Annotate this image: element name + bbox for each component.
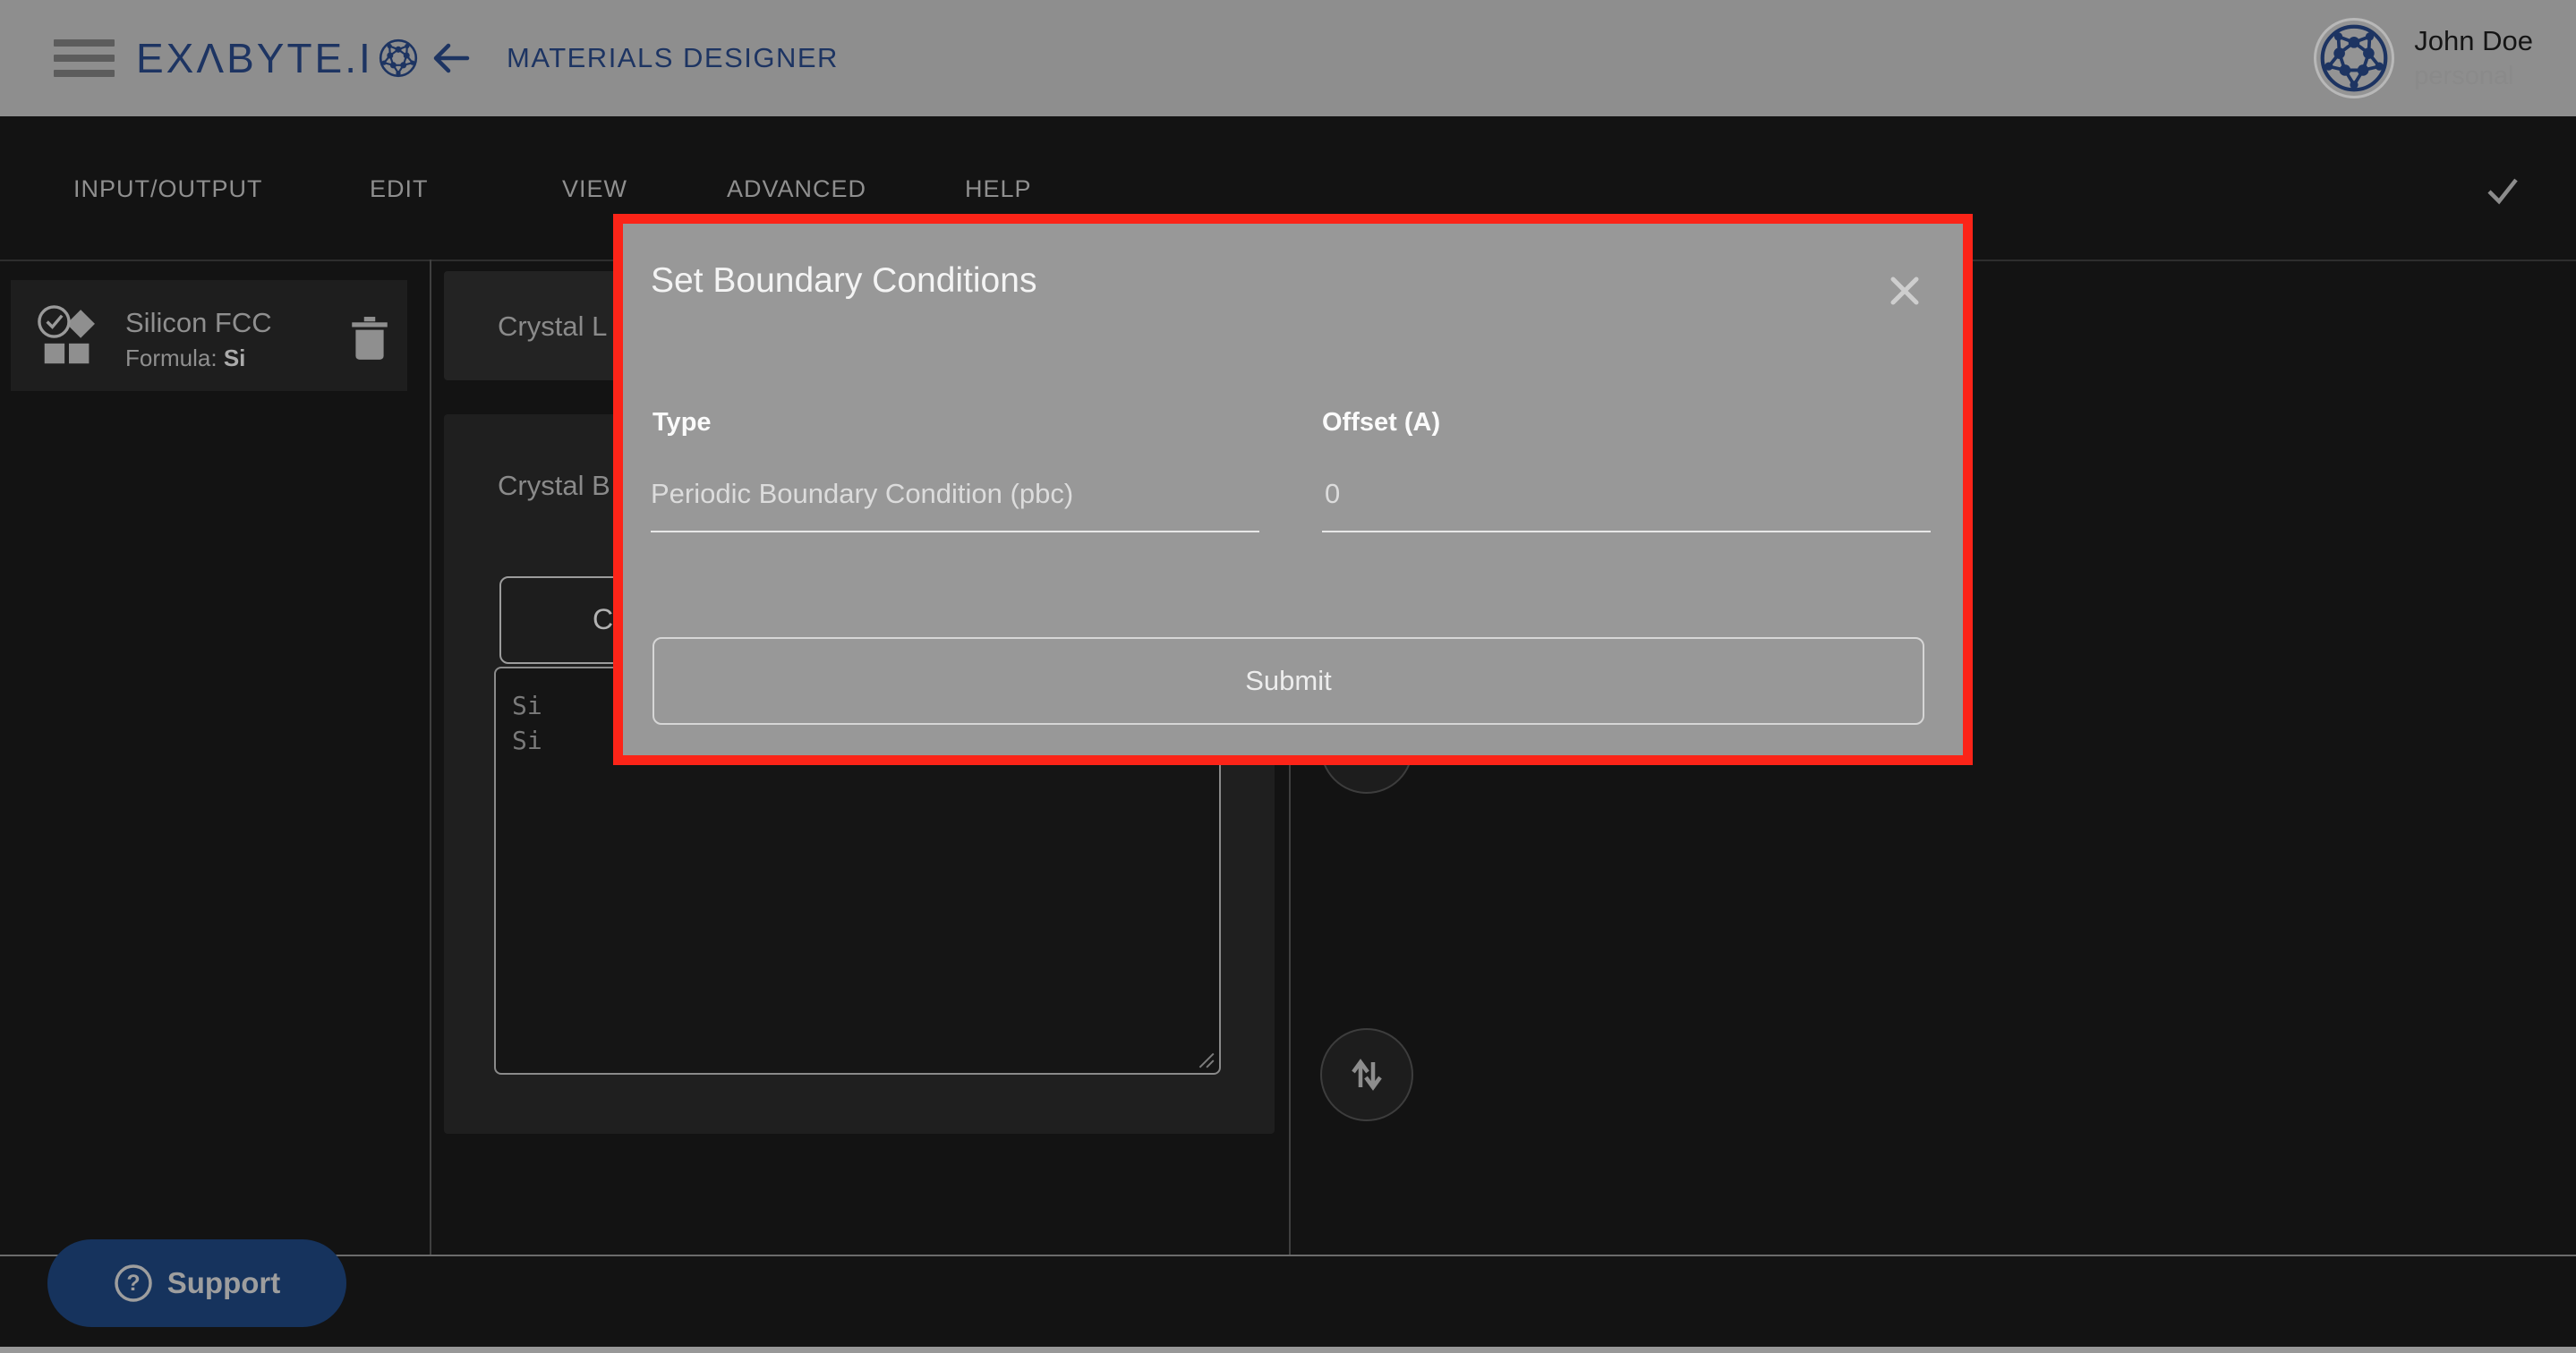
crystal-basis-label: Crystal B [498, 470, 610, 502]
submit-button[interactable]: Submit [653, 637, 1924, 725]
support-label: Support [167, 1266, 280, 1300]
material-name: Silicon FCC [125, 307, 272, 339]
logo-fullerene-icon [379, 38, 418, 78]
offset-field-label: Offset (A) [1322, 408, 1440, 438]
menu-item-view[interactable]: VIEW [562, 175, 627, 203]
panels-bottom-border [0, 1255, 2576, 1256]
materials-designer-app: EXΛBYTE.I MATERIALS DESIGNER [0, 0, 2576, 1353]
support-button[interactable]: ? Support [47, 1239, 346, 1327]
help-icon: ? [114, 1264, 153, 1303]
top-header: EXΛBYTE.I MATERIALS DESIGNER [0, 0, 2576, 116]
user-name: John Doe [2414, 23, 2533, 59]
material-widgets-check-icon [36, 303, 102, 373]
menu-item-help[interactable]: HELP [965, 175, 1032, 203]
delete-material-icon[interactable] [349, 316, 390, 362]
dialog-title: Set Boundary Conditions [651, 261, 1036, 301]
menu-item-edit[interactable]: EDIT [370, 175, 429, 203]
offset-input-underline [1322, 531, 1931, 532]
sidebar-main-divider [430, 260, 431, 1255]
svg-text:?: ? [126, 1271, 140, 1296]
crystal-lattice-label: Crystal L [498, 311, 607, 343]
submit-label: Submit [1245, 665, 1331, 697]
exabyte-logo[interactable]: EXΛBYTE.I [136, 0, 418, 116]
type-field-label: Type [653, 408, 712, 438]
user-account: personal [2414, 59, 2533, 93]
material-formula: Formula: Si [125, 345, 245, 372]
apply-check-icon[interactable] [2481, 168, 2524, 211]
hamburger-menu-icon[interactable] [54, 39, 115, 77]
menu-item-advanced[interactable]: ADVANCED [727, 175, 866, 203]
swap-vertical-icon [1345, 1053, 1388, 1096]
set-boundary-conditions-dialog: Set Boundary Conditions Type Offset (A) … [613, 214, 1973, 765]
page-title: MATERIALS DESIGNER [507, 0, 839, 116]
swap-axes-button[interactable] [1320, 1028, 1413, 1121]
back-arrow-icon[interactable] [428, 37, 474, 80]
material-list-item-silicon-fcc[interactable]: Silicon FCC Formula: Si [11, 280, 407, 391]
basis-text: Si Si [512, 688, 542, 758]
basis-units-label: C [593, 603, 613, 636]
resize-handle-icon[interactable] [1196, 1050, 1215, 1069]
offset-input[interactable]: 0 [1325, 478, 1340, 510]
user-menu[interactable]: John Doe personal [2314, 0, 2533, 116]
type-select[interactable]: Periodic Boundary Condition (pbc) [651, 478, 1073, 510]
bottom-page-strip [0, 1347, 2576, 1353]
user-text-block: John Doe personal [2414, 23, 2533, 93]
close-icon[interactable] [1887, 273, 1923, 309]
menu-item-input-output[interactable]: INPUT/OUTPUT [73, 175, 263, 203]
type-select-underline [651, 531, 1259, 532]
logo-text: EXΛBYTE.I [136, 34, 373, 82]
avatar[interactable] [2314, 18, 2394, 98]
